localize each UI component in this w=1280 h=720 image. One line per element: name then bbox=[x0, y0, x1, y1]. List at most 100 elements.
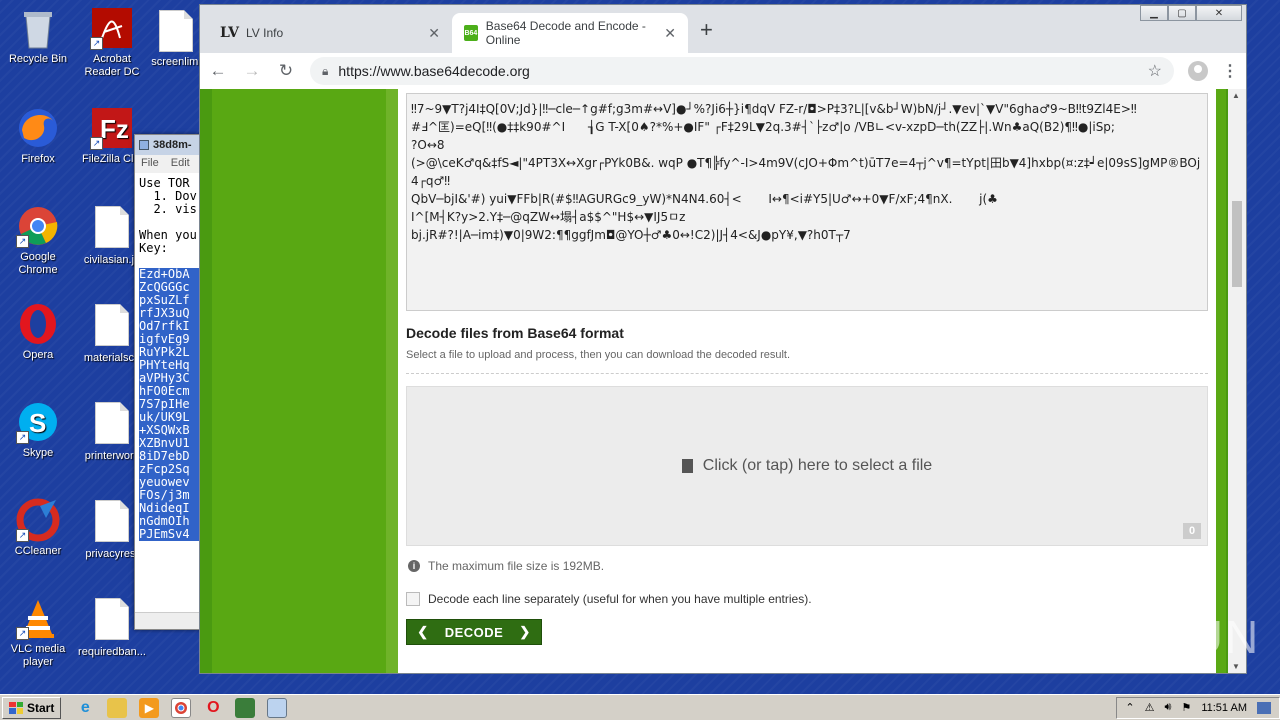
tray-expand-icon[interactable]: ⌃ bbox=[1125, 701, 1134, 714]
shortcut-arrow-icon: ↗ bbox=[16, 431, 29, 444]
close-window-button[interactable]: ✕ bbox=[1196, 5, 1242, 21]
action-center-icon[interactable]: ⚑ bbox=[1181, 701, 1191, 714]
desktop-icon-recycle-bin[interactable]: Recycle Bin bbox=[0, 6, 76, 66]
minimize-button[interactable]: ▁ bbox=[1140, 5, 1168, 21]
vlc-icon: ↗ bbox=[16, 596, 60, 640]
tab-base64[interactable]: B64 Base64 Decode and Encode - Online ✕ bbox=[452, 13, 688, 53]
anyrun-watermark: ANY RUN bbox=[1040, 611, 1261, 663]
chrome-icon: ↗ bbox=[16, 204, 60, 248]
quick-launch: e ▶ O bbox=[75, 697, 288, 718]
network-icon[interactable]: ⚠︎ bbox=[1145, 701, 1155, 714]
document-icon bbox=[95, 598, 129, 640]
document-icon bbox=[95, 304, 129, 346]
new-tab-button[interactable]: + bbox=[700, 17, 713, 43]
tab-close-icon[interactable]: ✕ bbox=[428, 25, 440, 42]
decode-button[interactable]: ❮ DECODE ❯ bbox=[406, 619, 542, 645]
window-controls: ▁ ▢ ✕ bbox=[1140, 5, 1242, 21]
tab-title: Base64 Decode and Encode - Online bbox=[485, 19, 646, 47]
opera-icon bbox=[16, 302, 60, 346]
notepad-app-icon bbox=[139, 140, 149, 150]
notepad-menu-edit[interactable]: Edit bbox=[171, 157, 190, 171]
volume-icon[interactable]: 🔊︎ bbox=[1165, 701, 1172, 714]
filezilla-icon: Fz ↗ bbox=[90, 106, 134, 150]
clock[interactable]: 11:51 AM bbox=[1201, 702, 1247, 714]
decode-lines-option[interactable]: Decode each line separately (useful for … bbox=[406, 592, 812, 606]
windows-flag-icon bbox=[9, 701, 23, 714]
firefox-icon bbox=[16, 106, 60, 150]
checkbox-label: Decode each line separately (useful for … bbox=[428, 592, 812, 606]
url-text: https://www.base64decode.org bbox=[338, 63, 530, 79]
opera-taskbar-icon[interactable]: O bbox=[203, 698, 223, 718]
decorative-pattern-strip bbox=[386, 89, 398, 673]
maximize-button[interactable]: ▢ bbox=[1168, 5, 1196, 21]
tab-title: LV Info bbox=[246, 26, 284, 40]
bookmark-star-icon[interactable]: ☆ bbox=[1148, 61, 1162, 81]
forward-arrow-icon[interactable]: → bbox=[242, 61, 262, 81]
tab-strip: LV LV Info ✕ B64 Base64 Decode and Encod… bbox=[200, 5, 1246, 53]
chevron-left-icon: ❮ bbox=[417, 624, 429, 639]
shortcut-arrow-icon: ↗ bbox=[16, 235, 29, 248]
taskbar: Start e ▶ O ⌃ ⚠︎ 🔊︎ ⚑ 11:51 AM bbox=[0, 694, 1280, 720]
chrome-menu-icon[interactable]: ⋮ bbox=[1222, 61, 1238, 81]
reload-icon[interactable]: ↻ bbox=[276, 61, 296, 81]
show-desktop-icon[interactable] bbox=[1257, 701, 1271, 714]
file-icon bbox=[681, 459, 693, 473]
notepad-menu-file[interactable]: File bbox=[141, 157, 159, 171]
document-icon bbox=[159, 10, 193, 52]
document-icon bbox=[95, 402, 129, 444]
document-icon bbox=[95, 206, 129, 248]
desktop-icon-opera[interactable]: Opera bbox=[0, 302, 76, 362]
desktop-icon-firefox[interactable]: Firefox bbox=[0, 106, 76, 166]
desktop-icon-chrome[interactable]: ↗ Google Chrome bbox=[0, 204, 76, 277]
back-arrow-icon[interactable]: ← bbox=[208, 61, 228, 81]
svg-text:S: S bbox=[29, 408, 46, 438]
desktop-icon-label: screenlimi bbox=[151, 56, 201, 68]
divider bbox=[406, 373, 1208, 374]
lock-icon: 🔒︎ bbox=[322, 63, 329, 78]
desktop-icon-label: Recycle Bin bbox=[8, 53, 68, 65]
decoded-output-textarea[interactable]: ‼7~9▼T?j4I‡Q[0V;Jd}|‼─cle─↑g#f;g3m#↔V]●┘… bbox=[406, 93, 1208, 311]
address-bar[interactable]: 🔒︎ https://www.base64decode.org ☆ bbox=[310, 57, 1174, 85]
page-scrollbar[interactable]: ▲ ▼ bbox=[1228, 89, 1246, 673]
profile-avatar-icon[interactable] bbox=[1188, 61, 1208, 81]
max-size-note: i The maximum file size is 192MB. bbox=[408, 559, 604, 573]
decode-lines-checkbox[interactable] bbox=[406, 592, 420, 606]
desktop-icon-screenlimi[interactable]: screenlimi bbox=[146, 10, 206, 69]
file-count-badge: 0 bbox=[1183, 523, 1201, 539]
desktop-icon-vlc[interactable]: ↗ VLC media player bbox=[0, 596, 76, 669]
dropzone-label: Click (or tap) here to select a file bbox=[702, 457, 933, 474]
right-green-border bbox=[1216, 89, 1226, 673]
internet-explorer-icon[interactable]: e bbox=[75, 698, 95, 718]
left-green-panel bbox=[212, 89, 386, 673]
shortcut-arrow-icon: ↗ bbox=[16, 529, 29, 542]
chrome-taskbar-icon[interactable] bbox=[171, 697, 192, 718]
file-dropzone[interactable]: Click (or tap) here to select a file 0 bbox=[406, 386, 1208, 546]
document-icon bbox=[95, 500, 129, 542]
acrobat-icon: ↗ bbox=[90, 6, 134, 50]
page-viewport: ‼7~9▼T?j4I‡Q[0V;Jd}|‼─cle─↑g#f;g3m#↔V]●┘… bbox=[200, 89, 1246, 673]
media-player-icon[interactable]: ▶ bbox=[139, 697, 160, 718]
desktop-icon-ccleaner[interactable]: ↗ CCleaner bbox=[0, 498, 76, 558]
tab-lv-info[interactable]: LV LV Info ✕ bbox=[208, 13, 452, 53]
folder-icon[interactable] bbox=[107, 697, 128, 718]
shortcut-arrow-icon: ↗ bbox=[90, 37, 103, 50]
browser-toolbar: ← → ↻ 🔒︎ https://www.base64decode.org ☆ … bbox=[200, 53, 1246, 89]
notepad-title: 38d8m- bbox=[153, 139, 192, 151]
scroll-up-arrow-icon[interactable]: ▲ bbox=[1232, 91, 1240, 100]
section-title: Decode files from Base64 format bbox=[406, 325, 624, 341]
max-size-text: The maximum file size is 192MB. bbox=[428, 559, 605, 573]
recycle-bin-icon bbox=[16, 6, 60, 50]
scrollbar-thumb[interactable] bbox=[1232, 201, 1242, 287]
desktop-icon-label: Acrobat Reader DC bbox=[84, 53, 140, 78]
desktop-icon-skype[interactable]: S ↗ Skype bbox=[0, 400, 76, 460]
desktop-icon-acrobat[interactable]: ↗ Acrobat Reader DC bbox=[74, 6, 150, 79]
shortcut-arrow-icon: ↗ bbox=[90, 137, 103, 150]
desktop-icon-label: Google Chrome bbox=[18, 251, 58, 276]
decode-button-label: DECODE bbox=[444, 624, 504, 640]
tab-close-icon[interactable]: ✕ bbox=[664, 25, 676, 42]
skype-icon: S ↗ bbox=[16, 400, 60, 444]
network-app-icon[interactable] bbox=[235, 697, 256, 718]
start-button[interactable]: Start bbox=[2, 696, 62, 719]
ccleaner-icon: ↗ bbox=[16, 498, 60, 542]
notepad-taskbar-icon[interactable] bbox=[267, 697, 288, 718]
